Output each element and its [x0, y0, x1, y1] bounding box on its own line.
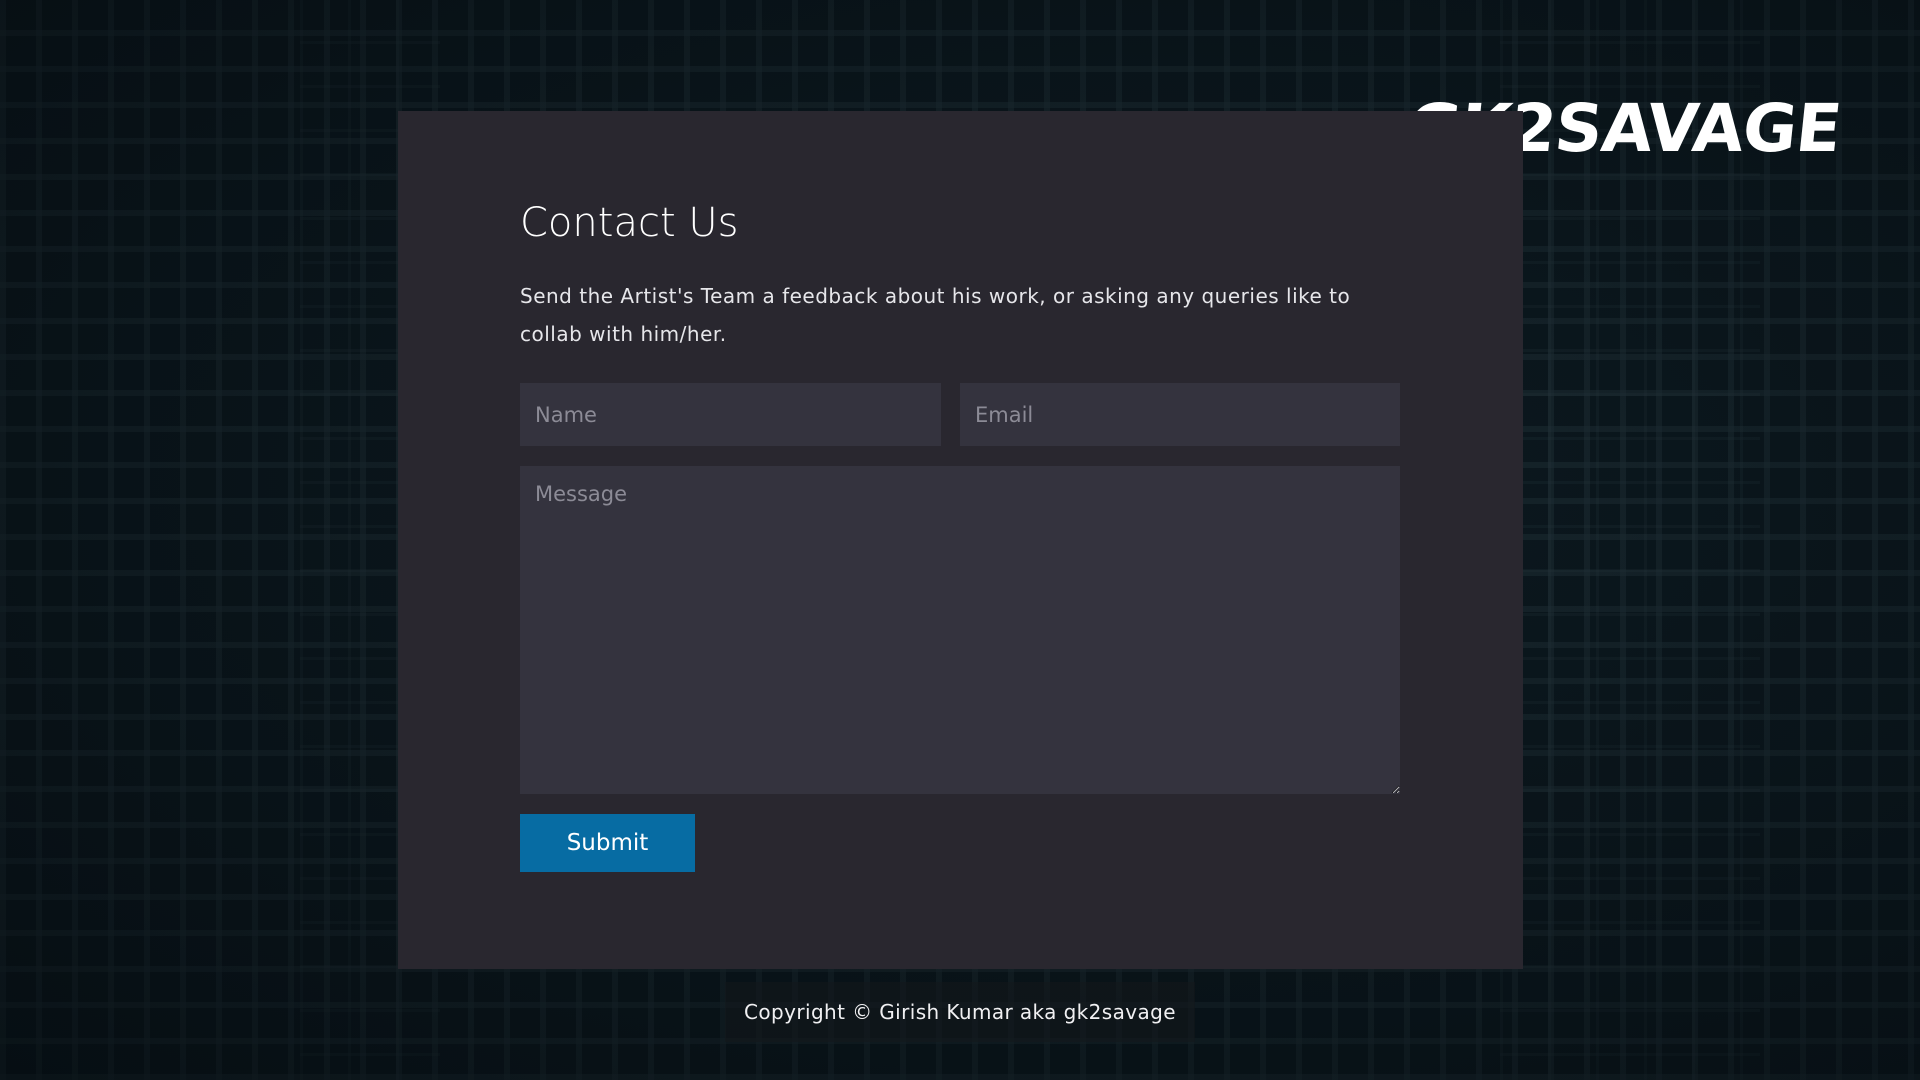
copyright-text: Copyright © Girish Kumar aka gk2savage — [744, 1000, 1176, 1024]
contact-form: Contact Us Send the Artist's Team a feed… — [520, 199, 1400, 872]
contact-panel: Contact Us Send the Artist's Team a feed… — [398, 111, 1523, 969]
email-input[interactable] — [960, 383, 1400, 446]
contact-description: Send the Artist's Team a feedback about … — [520, 284, 1351, 346]
name-input[interactable] — [520, 383, 941, 446]
message-textarea[interactable] — [520, 466, 1400, 794]
name-email-row — [520, 383, 1400, 446]
submit-button[interactable]: Submit — [520, 814, 695, 872]
page-title: Contact Us — [520, 200, 739, 246]
footer: Copyright © Girish Kumar aka gk2savage — [725, 982, 1195, 1042]
